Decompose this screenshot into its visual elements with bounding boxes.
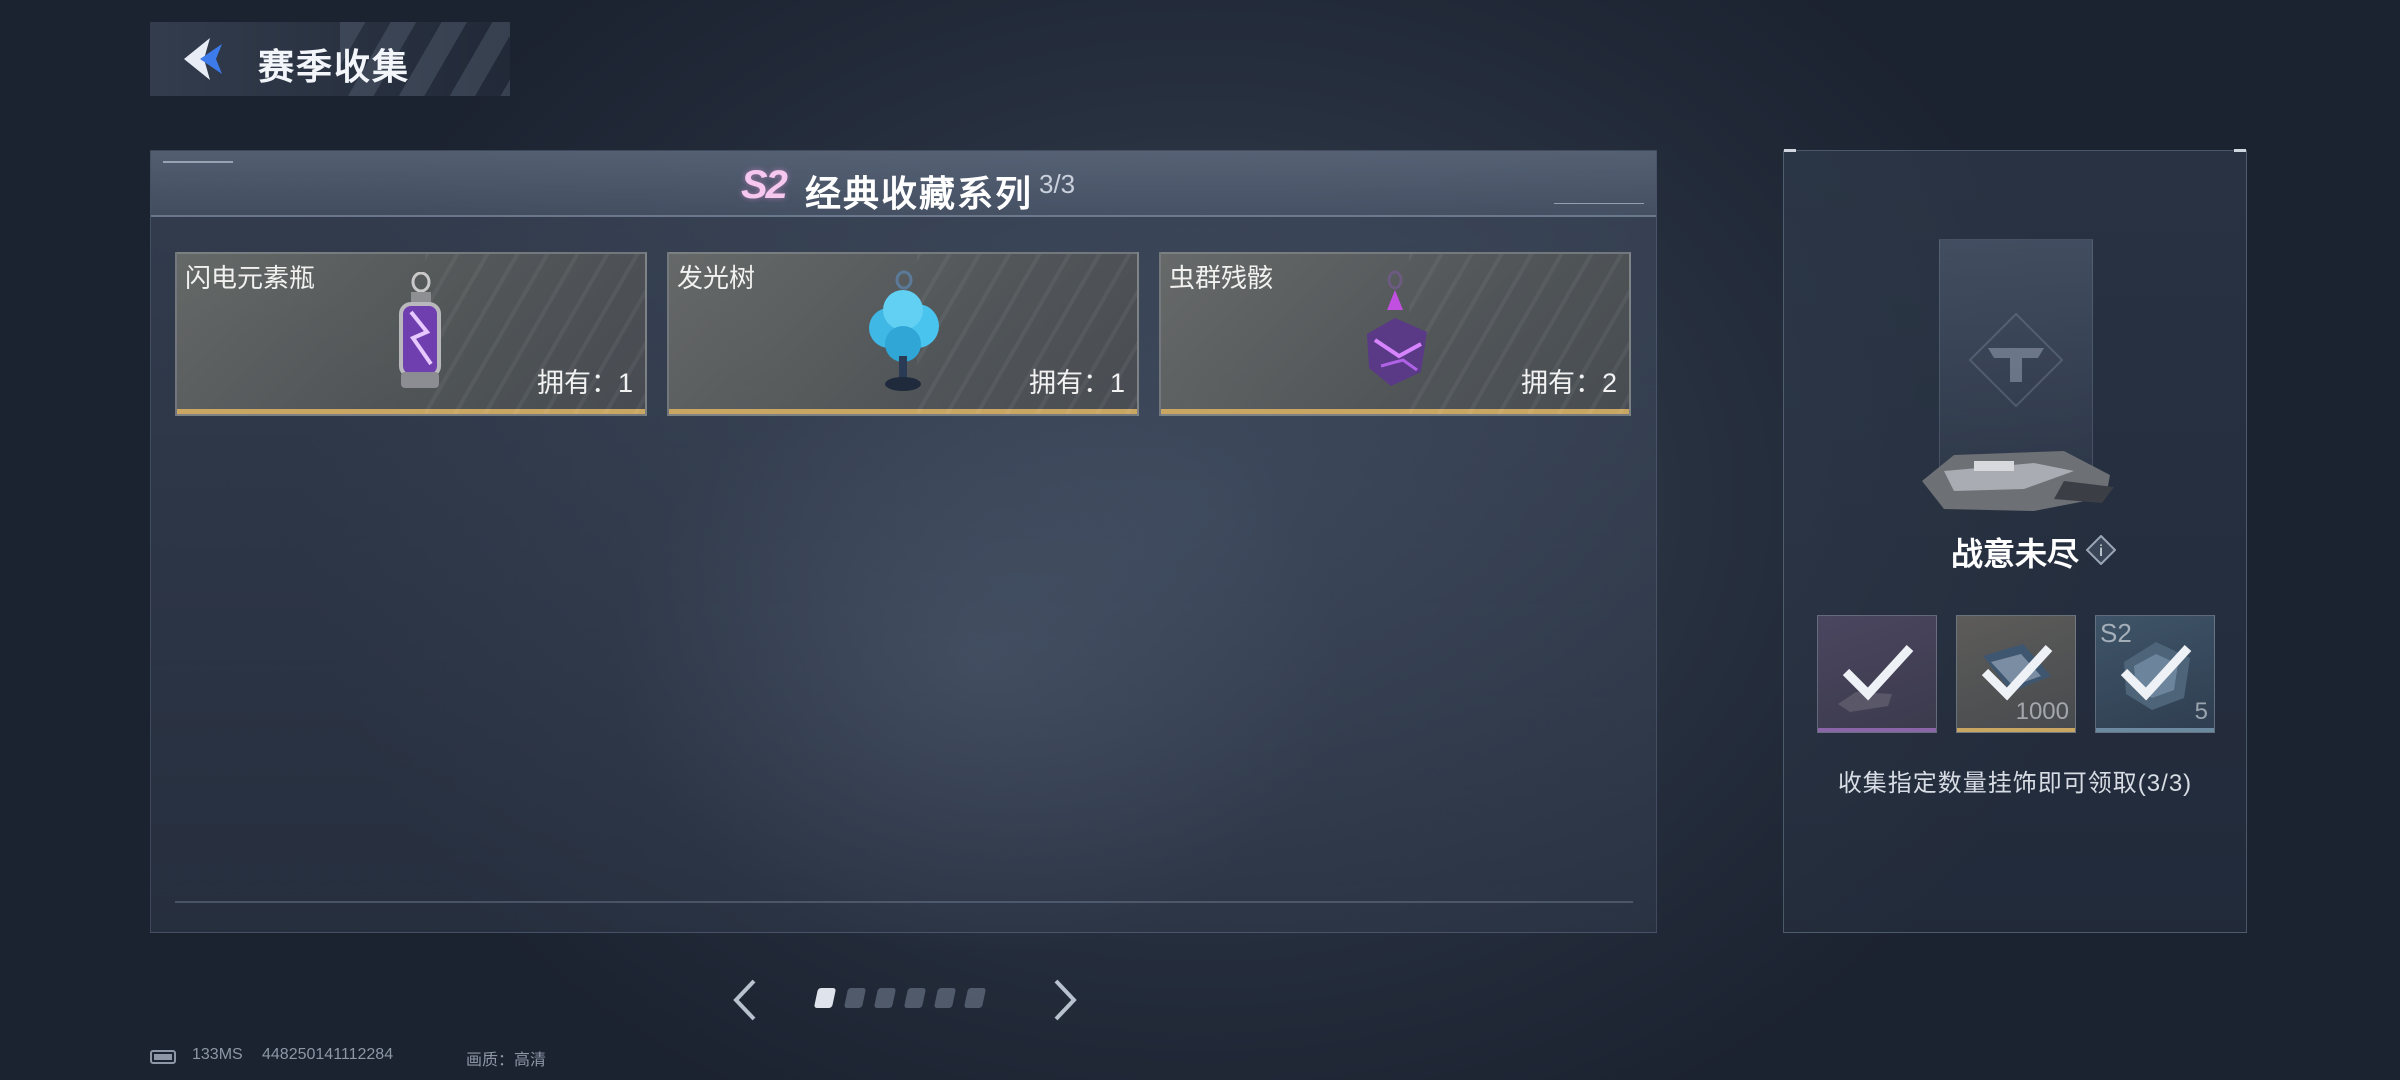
- claimed-check-icon: [2120, 644, 2192, 701]
- page-indicator: [813, 988, 996, 1010]
- glowing-tree-icon: [869, 270, 939, 391]
- page-dot[interactable]: [903, 988, 927, 1008]
- charm-card[interactable]: 闪电元素瓶 拥有：1: [175, 252, 647, 416]
- card-name: 虫群残骸: [1169, 263, 1274, 293]
- reward-title: 战意未尽: [1950, 536, 2079, 572]
- charm-card[interactable]: 虫群残骸 拥有：2: [1159, 252, 1631, 416]
- panel-corner-decoration: [1784, 149, 1796, 152]
- page-dot[interactable]: [813, 988, 837, 1008]
- rarity-bar: [177, 409, 645, 414]
- emblem-icon: [1968, 312, 2064, 408]
- rarity-bar: [669, 409, 1137, 414]
- lightning-bottle-icon: [399, 272, 441, 388]
- page-title: 赛季收集: [258, 46, 411, 87]
- reward-slot[interactable]: 1000: [1956, 615, 2076, 733]
- slot-quantity: 5: [2194, 698, 2208, 725]
- header-corner-decoration: [1554, 203, 1644, 204]
- network-icon: [150, 1050, 176, 1064]
- rarity-bar: [1957, 728, 2075, 732]
- reward-description: 收集指定数量挂饰即可领取(3/3): [1837, 770, 2193, 797]
- rarity-bar: [1818, 728, 1936, 732]
- info-icon[interactable]: i: [2086, 535, 2116, 565]
- series-header: S2 经典收藏系列 3/3: [151, 151, 1656, 217]
- header-corner-decoration: [163, 161, 233, 163]
- reward-panel: 战意未尽 i 1000 S2 5 收集指定数量挂饰即可领取(3/3): [1783, 149, 2247, 933]
- claimed-check-icon: [1981, 644, 2053, 701]
- charm-card[interactable]: 发光树 拥有：1: [667, 252, 1139, 416]
- page-dot[interactable]: [963, 988, 987, 1008]
- back-arrow-icon[interactable]: [178, 34, 228, 84]
- season-badge: S2: [741, 163, 788, 207]
- rarity-bar: [1161, 409, 1629, 414]
- card-name: 发光树: [677, 263, 756, 293]
- page-dot[interactable]: [843, 988, 867, 1008]
- next-page-icon[interactable]: [1044, 975, 1084, 1025]
- header-bar: 赛季收集: [150, 22, 510, 96]
- swarm-remains-icon: [1367, 270, 1427, 386]
- page-dot[interactable]: [873, 988, 897, 1008]
- reward-slot[interactable]: S2 5: [2095, 615, 2215, 733]
- slot-quantity: 1000: [2015, 698, 2069, 725]
- owned-count: 拥有：1: [1028, 368, 1125, 398]
- quality-text: 画质：高清: [466, 1052, 547, 1069]
- card-name: 闪电元素瓶: [185, 263, 316, 293]
- svg-text:i: i: [2099, 543, 2103, 560]
- claimed-check-icon: [1842, 644, 1914, 701]
- owned-count: 拥有：2: [1520, 368, 1617, 398]
- page-dot[interactable]: [933, 988, 957, 1008]
- rarity-bar: [2096, 728, 2214, 732]
- user-id: 448250141112284: [262, 1046, 394, 1063]
- owned-count: 拥有：1: [536, 368, 633, 398]
- gun-skin-icon: [1922, 451, 2114, 511]
- panel-divider: [175, 901, 1633, 903]
- ping-text: 133MS: [192, 1046, 243, 1063]
- series-title: 经典收藏系列: [805, 173, 1034, 214]
- series-count: 3/3: [1039, 169, 1076, 199]
- reward-slot[interactable]: [1817, 615, 1937, 733]
- panel-corner-decoration: [2234, 149, 2246, 152]
- previous-page-icon[interactable]: [726, 975, 766, 1025]
